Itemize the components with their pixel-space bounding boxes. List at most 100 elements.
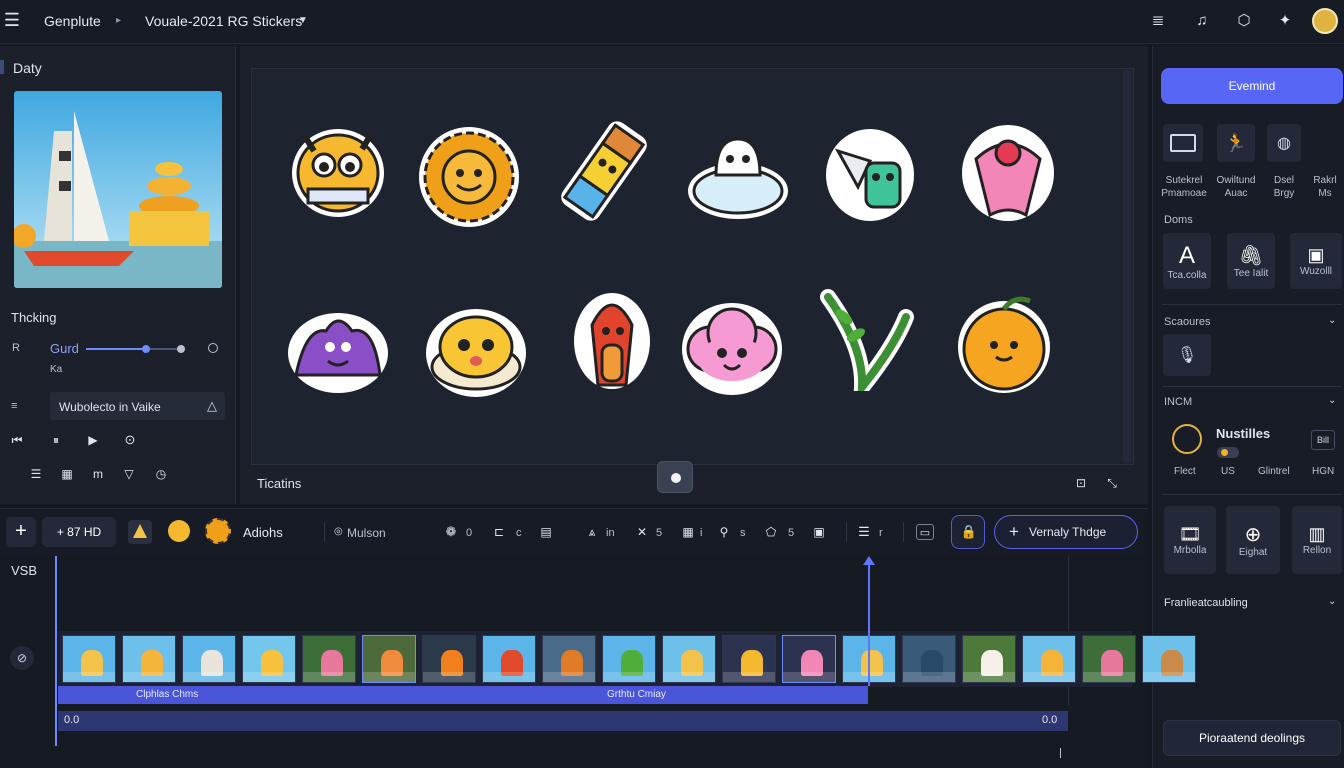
filter-icon[interactable]: ▽ [120,465,138,483]
velocity-button[interactable]: + Vernaly Thdge [994,515,1138,549]
playhead-handle[interactable] [863,556,875,565]
reset-icon[interactable] [208,343,218,353]
magic-wand-icon[interactable]: ✦ [1275,10,1295,30]
microphone-icon[interactable]: 🎙 [1163,334,1211,376]
clip-thumbnail[interactable] [1082,635,1136,683]
chevron-down-icon[interactable]: ⌄ [1328,315,1336,326]
sticker-pink-flower[interactable] [956,119,1060,223]
section-scaoures[interactable]: Scaoures [1164,316,1210,328]
section-incm[interactable]: INCM [1164,396,1192,408]
clip-thumbnail[interactable] [1142,635,1196,683]
skip-back-icon[interactable]: ⏮ [8,431,26,449]
align-icon[interactable]: ☰ [856,524,872,540]
record-button[interactable] [657,461,693,493]
clip-thumbnail[interactable] [482,635,536,683]
clip-thumbnail[interactable] [722,635,776,683]
clip-thumbnail[interactable] [362,635,416,683]
clip-thumbnail[interactable] [302,635,356,683]
shield-icon[interactable]: ⬡ [1234,10,1254,30]
list-icon[interactable]: ☰ [27,465,45,483]
clip-thumbnail[interactable] [602,635,656,683]
boat-thumb-icon[interactable] [128,520,152,544]
image-tool[interactable]: ▣ Wuzolll [1290,233,1342,289]
warning-icon[interactable]: △ [207,398,217,414]
track-settings-icon[interactable]: ⊘ [10,646,34,670]
nustilles-badge[interactable]: Bill [1311,430,1335,450]
canvas-scrollbar[interactable] [1123,70,1131,462]
sticker-canvas[interactable] [251,68,1134,465]
sticker-pencil-character[interactable] [552,119,656,223]
palette-icon[interactable]: ❁ [443,524,459,540]
clip-thumbnail[interactable] [962,635,1016,683]
effects-icon[interactable]: ⩓ [584,524,600,540]
helmet-icon[interactable] [1172,424,1202,454]
clock-icon[interactable]: ◷ [152,465,170,483]
loop-icon[interactable]: ⊙ [121,431,139,449]
hamburger-menu-icon[interactable]: ☰ [2,10,22,30]
section-framing[interactable]: Franlieatcaubling [1164,597,1248,609]
clip-thumbnail[interactable] [902,635,956,683]
sticker-purple-blob[interactable] [286,297,390,401]
sticker-green-sprout[interactable] [814,287,918,412]
expand-icon[interactable]: ⤡ [1104,475,1120,491]
chevron-down-icon[interactable]: ⌄ [1328,395,1336,406]
app-name[interactable]: Genplute [44,13,101,29]
layout-icon[interactable] [1163,124,1203,162]
clip-thumbnail[interactable] [782,635,836,683]
clip-thumbnail[interactable] [122,635,176,683]
clip-thumbnail[interactable] [542,635,596,683]
play-icon[interactable]: ▶ [84,431,102,449]
slider-thumb[interactable] [141,345,150,353]
marker-icon[interactable]: m [89,465,107,483]
audio-track[interactable] [58,711,1068,731]
add-media-button[interactable]: + 87 HD [42,517,116,547]
sticker-orange-fruit[interactable] [952,291,1056,395]
clip-tool[interactable]: 🖇 Tee Ialit [1227,233,1275,289]
sticker-egg-face[interactable] [424,299,528,403]
panel-collapse-handle[interactable] [0,60,4,74]
camera-icon[interactable]: ⊏ [491,524,507,540]
clip-thumbnail[interactable] [422,635,476,683]
avatar[interactable] [1312,8,1338,34]
actions-label[interactable]: Adiohs [243,525,283,540]
bars-tool[interactable]: ▥ Rellon [1292,506,1342,574]
film-tool[interactable]: 🎞 Mrbolla [1164,506,1216,574]
chevron-down-icon[interactable]: ▼ [298,15,308,26]
emoji-sticker-icon[interactable] [168,520,190,542]
sticker-pink-cloud[interactable] [680,297,784,401]
figure-icon[interactable]: 🏃 [1217,124,1255,162]
lock-button[interactable]: 🔒 [951,515,985,549]
project-title[interactable]: Vouale-2021 RG Stickers [145,13,302,29]
caption-icon[interactable]: ▤ [538,524,554,540]
evemind-button[interactable]: Evemind [1161,68,1343,104]
clip-thumbnail[interactable] [182,635,236,683]
sticker-yellow-monster[interactable] [286,115,390,219]
sticker-sun-face[interactable] [417,125,521,229]
clip-thumbnail[interactable] [662,635,716,683]
preview-image[interactable] [14,91,222,288]
bottom-action-button[interactable]: Pioraatend deolings [1163,720,1341,756]
clip-thumbnail[interactable] [242,635,296,683]
sphere-icon[interactable]: ◍ [1267,124,1301,162]
grid-tool-icon[interactable]: ▦ [680,524,696,540]
sun-sticker-icon[interactable] [205,518,231,544]
clip-thumbnail[interactable] [1022,635,1076,683]
slider-end-dot[interactable] [177,345,185,353]
playhead[interactable] [868,560,870,686]
subtitle-input[interactable]: Wubolecto in Vaike [50,392,225,420]
transition-icon[interactable]: ✕ [634,524,650,540]
music-icon[interactable]: ♫ [1192,10,1212,30]
text-tool[interactable]: A Tca.colla [1163,233,1211,289]
shape-icon[interactable]: ⬠ [763,524,779,540]
slider-track[interactable] [86,348,182,350]
pause-icon[interactable]: ⏸ [47,431,65,449]
globe-tool[interactable]: ⊕ Eighat [1226,506,1280,574]
mode-label[interactable]: Mulson [347,526,386,540]
search-icon[interactable]: ⚲ [716,524,732,540]
fit-screen-icon[interactable]: ⊡ [1073,475,1089,491]
settings-sliders-icon[interactable]: ≣ [1148,10,1168,30]
sticker-bird-character[interactable] [818,121,922,225]
add-track-icon[interactable]: + [6,517,36,547]
grid-icon[interactable]: ▦ [58,465,76,483]
sticker-red-bird[interactable] [560,285,664,389]
